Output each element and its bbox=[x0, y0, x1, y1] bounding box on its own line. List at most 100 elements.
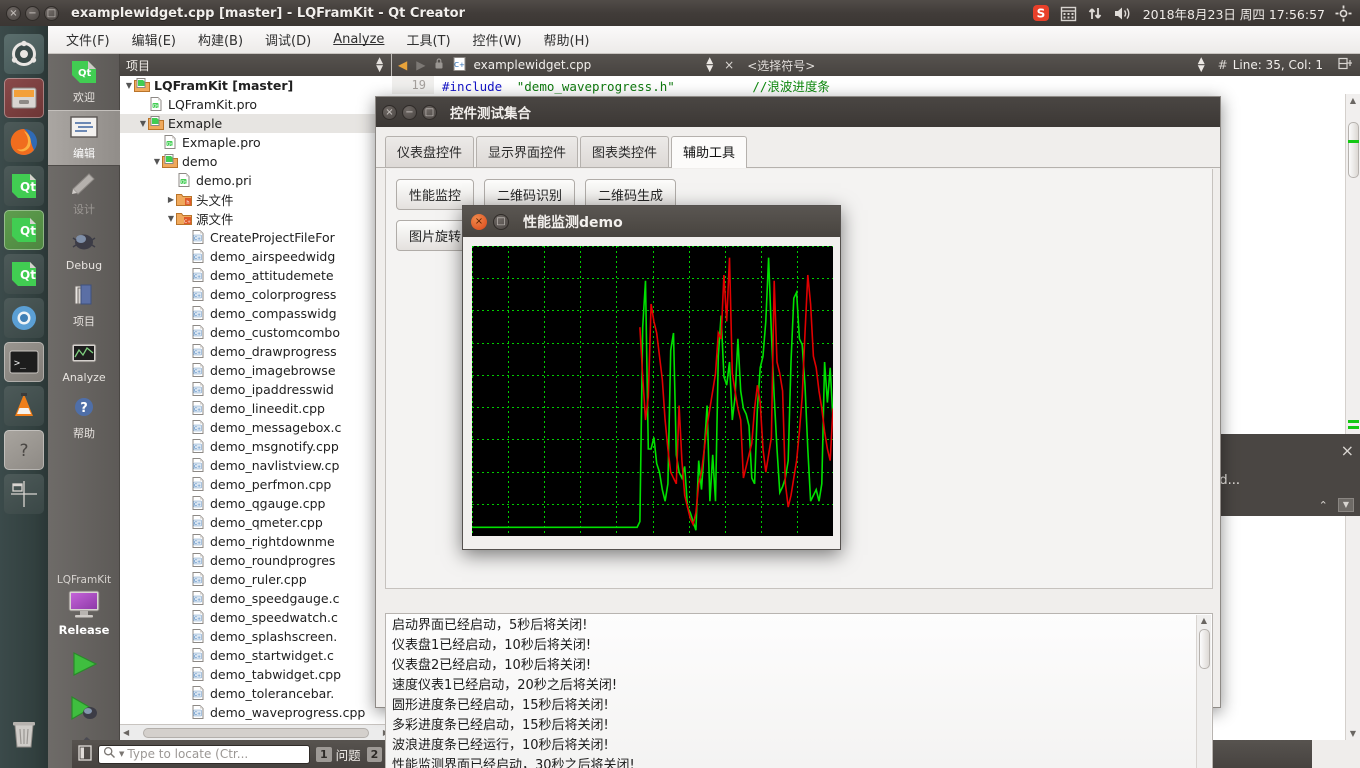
expand-arrow-open-icon[interactable]: ▼ bbox=[166, 214, 176, 223]
menu-build[interactable]: 构建(B) bbox=[188, 26, 253, 53]
debug-button[interactable] bbox=[64, 691, 104, 725]
dropdown-icon[interactable]: ▼ bbox=[1337, 498, 1354, 512]
tree-item[interactable]: C+ demo_customcombo bbox=[120, 323, 392, 342]
menu-tools[interactable]: 工具(T) bbox=[396, 26, 460, 53]
tree-scroll-thumb[interactable] bbox=[143, 727, 369, 738]
tree-item[interactable]: ▼ C+ 源文件 bbox=[120, 209, 392, 228]
tree-item[interactable]: ▼ demo bbox=[120, 152, 392, 171]
tree-item[interactable]: C+ demo_attitudemete bbox=[120, 266, 392, 285]
terminal-icon[interactable]: >_ bbox=[4, 342, 44, 382]
tree-item[interactable]: C+ demo_perfmon.cpp bbox=[120, 475, 392, 494]
tree-item[interactable]: C+ demo_speedwatch.c bbox=[120, 608, 392, 627]
tab-helper-tools[interactable]: 辅助工具 bbox=[671, 136, 748, 168]
log-scroll-thumb[interactable] bbox=[1199, 629, 1210, 669]
tab-display-widgets[interactable]: 显示界面控件 bbox=[476, 136, 579, 167]
network-icon[interactable] bbox=[1087, 5, 1103, 22]
split-editor-icon[interactable] bbox=[1338, 57, 1352, 73]
tree-item[interactable]: C+ demo_ipaddresswid bbox=[120, 380, 392, 399]
calendar-icon[interactable] bbox=[1060, 5, 1077, 22]
expand-arrow-open-icon[interactable]: ▼ bbox=[152, 157, 162, 166]
tree-item[interactable]: C+ demo_qmeter.cpp bbox=[120, 513, 392, 532]
menu-debug[interactable]: 调试(D) bbox=[255, 26, 321, 53]
mode-projects[interactable]: 项目 bbox=[48, 278, 120, 334]
mode-debug[interactable]: Debug bbox=[48, 222, 120, 278]
mode-edit[interactable]: 编辑 bbox=[48, 110, 120, 166]
chromium-icon[interactable] bbox=[4, 298, 44, 338]
menu-edit[interactable]: 编辑(E) bbox=[122, 26, 186, 53]
find-close-button[interactable]: × bbox=[1341, 441, 1354, 460]
tree-item[interactable]: C+ demo_roundprogres bbox=[120, 551, 392, 570]
expand-arrow-open-icon[interactable]: ▼ bbox=[124, 81, 134, 90]
locator-dropdown-arrow[interactable]: ▼ bbox=[119, 750, 124, 758]
editor-scroll-thumb[interactable] bbox=[1348, 122, 1359, 178]
qt-creator-icon-3[interactable]: Qt bbox=[4, 254, 44, 294]
tree-item[interactable]: C+ demo_startwidget.c bbox=[120, 646, 392, 665]
dialog-minimize-button[interactable]: − bbox=[402, 104, 417, 120]
perf-maximize-button[interactable]: □ bbox=[493, 213, 509, 230]
tree-item[interactable]: C+ demo_qgauge.cpp bbox=[120, 494, 392, 513]
project-panel-combo[interactable]: ▲ ▼ bbox=[372, 57, 387, 74]
tree-item[interactable]: C+ demo_navlistview.cp bbox=[120, 456, 392, 475]
sogou-input-icon[interactable]: S bbox=[1032, 4, 1050, 22]
code-line-19[interactable]: 19 #include "demo_waveprogress.h" //浪波进度… bbox=[392, 76, 1360, 94]
chevron-up-icon[interactable]: ⌃ bbox=[1319, 499, 1328, 512]
tab-dashboard-widgets[interactable]: 仪表盘控件 bbox=[385, 136, 475, 167]
menu-analyze[interactable]: Analyze bbox=[323, 28, 394, 51]
help-icon[interactable]: ? bbox=[4, 430, 44, 470]
volume-icon[interactable] bbox=[1113, 5, 1133, 22]
vlc-icon[interactable] bbox=[4, 386, 44, 426]
tab-chart-widgets[interactable]: 图表类控件 bbox=[580, 136, 670, 167]
sidebar-toggle-icon[interactable] bbox=[78, 744, 92, 764]
tree-item[interactable]: C+ demo_messagebox.c bbox=[120, 418, 392, 437]
workspace-switcher-icon[interactable] bbox=[4, 474, 44, 514]
symbol-combo[interactable]: ▲ ▼ bbox=[1198, 57, 1205, 74]
perf-close-button[interactable]: × bbox=[471, 213, 487, 230]
gear-icon[interactable] bbox=[1335, 5, 1352, 22]
editor-vscrollbar[interactable]: ▲ ▼ bbox=[1345, 94, 1360, 740]
tree-item[interactable]: ▼ LQFramKit [master] bbox=[120, 76, 392, 95]
editor-scroll-down-arrow[interactable]: ▼ bbox=[1346, 729, 1360, 738]
perf-chart-container[interactable] bbox=[472, 246, 833, 536]
lock-icon[interactable] bbox=[432, 57, 446, 73]
mode-design[interactable]: 设计 bbox=[48, 166, 120, 222]
files-icon[interactable] bbox=[4, 78, 44, 118]
tree-item[interactable]: C+ demo_waveprogress.cpp bbox=[120, 703, 392, 722]
menu-help[interactable]: 帮助(H) bbox=[534, 26, 600, 53]
line-col-indicator[interactable]: Line: 35, Col: 1 bbox=[1233, 58, 1323, 72]
tree-item[interactable]: C+ demo_airspeedwidg bbox=[120, 247, 392, 266]
mode-welcome[interactable]: Qt 欢迎 bbox=[48, 54, 120, 110]
ubuntu-dash-icon[interactable] bbox=[4, 34, 44, 74]
symbol-selector[interactable]: <选择符号> bbox=[747, 57, 815, 74]
output-pane-issues[interactable]: 1 问题 bbox=[316, 745, 361, 764]
tree-item[interactable]: C+ demo_compasswidg bbox=[120, 304, 392, 323]
tree-item[interactable]: C+ CreateProjectFileFor bbox=[120, 228, 392, 247]
expand-arrow-open-icon[interactable]: ▼ bbox=[138, 119, 148, 128]
editor-scroll-up-arrow[interactable]: ▲ bbox=[1346, 94, 1360, 107]
tree-item[interactable]: C+ demo_imagebrowse bbox=[120, 361, 392, 380]
project-tree-hscrollbar[interactable]: ◀ ▶ bbox=[120, 724, 392, 740]
tree-item[interactable]: C+ demo_speedgauge.c bbox=[120, 589, 392, 608]
tree-item[interactable]: C+ demo_splashscreen. bbox=[120, 627, 392, 646]
run-button[interactable] bbox=[64, 647, 104, 681]
tree-item[interactable]: Qt Exmaple.pro bbox=[120, 133, 392, 152]
tree-scroll-left-arrow[interactable]: ◀ bbox=[123, 728, 129, 737]
kit-selector[interactable]: LQFramKit Release bbox=[48, 568, 120, 768]
tree-item[interactable]: ▼ Exmaple bbox=[120, 114, 392, 133]
tree-item[interactable]: C+ demo_ruler.cpp bbox=[120, 570, 392, 589]
tree-item[interactable]: Qt LQFramKit.pro bbox=[120, 95, 392, 114]
dialog-log-panel[interactable]: 启动界面已经启动，5秒后将关闭! 仪表盘1已经启动，10秒后将关闭! 仪表盘2已… bbox=[385, 613, 1213, 768]
tree-item[interactable]: C+ demo_tabwidget.cpp bbox=[120, 665, 392, 684]
tree-item[interactable]: C+ demo_msgnotify.cpp bbox=[120, 437, 392, 456]
trash-icon[interactable] bbox=[4, 714, 44, 754]
tree-item[interactable]: Qt demo.pri bbox=[120, 171, 392, 190]
qt-creator-icon-2[interactable]: Qt bbox=[4, 210, 44, 250]
log-scroll-up-arrow[interactable]: ▲ bbox=[1197, 615, 1211, 627]
tree-item[interactable]: C+ demo_colorprogress bbox=[120, 285, 392, 304]
tree-item[interactable]: ▶ h 头文件 bbox=[120, 190, 392, 209]
locator-input[interactable]: ▼ Type to locate (Ctr... bbox=[98, 744, 310, 764]
dialog-maximize-button[interactable]: □ bbox=[422, 104, 437, 120]
nav-back-button[interactable]: ◀ bbox=[396, 58, 409, 72]
mode-analyze[interactable]: Analyze bbox=[48, 334, 120, 390]
clock[interactable]: 2018年8月23日 周四 17:56:57 bbox=[1143, 4, 1325, 23]
mode-help[interactable]: ? 帮助 bbox=[48, 390, 120, 446]
